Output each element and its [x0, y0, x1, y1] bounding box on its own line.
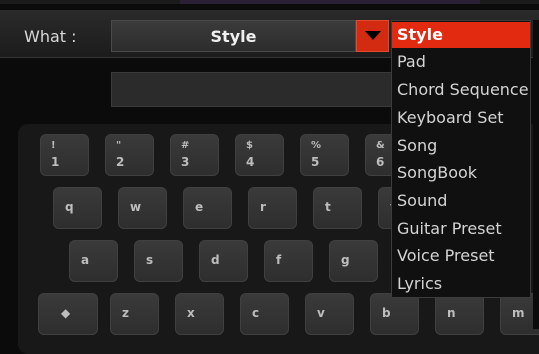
key-2[interactable]: " 2 [105, 134, 154, 176]
key-d[interactable]: d [199, 240, 248, 282]
key-label: r [260, 200, 266, 214]
key-label: c [252, 306, 260, 320]
dropdown-button[interactable] [356, 20, 389, 52]
menu-item-style[interactable]: Style [392, 22, 530, 48]
key-3[interactable]: # 3 [170, 134, 219, 176]
key-label: n [447, 306, 456, 320]
key-label: t [325, 200, 331, 214]
menu-item-song[interactable]: Song [392, 133, 530, 159]
key-label: 1 [51, 155, 60, 169]
key-f[interactable]: f [264, 240, 313, 282]
top-border [0, 0, 539, 4]
key-g[interactable]: g [329, 240, 378, 282]
key-label: 2 [116, 155, 125, 169]
top-border-accent [180, 0, 480, 4]
key-label: w [130, 200, 142, 214]
key-label: v [317, 306, 325, 320]
key-q[interactable]: q [53, 187, 102, 229]
menu-item-songbook[interactable]: SongBook [392, 160, 530, 186]
key-1[interactable]: ! 1 [40, 134, 89, 176]
key-label: e [195, 200, 204, 214]
key-r[interactable]: r [248, 187, 297, 229]
menu-item-chord-sequence[interactable]: Chord Sequence [392, 77, 530, 103]
key-label: 5 [311, 155, 320, 169]
search-type-field[interactable]: Style [111, 20, 356, 52]
shift-icon: ◆ [61, 306, 71, 320]
key-label: g [341, 253, 350, 267]
key-label: m [512, 306, 525, 320]
menu-item-sound[interactable]: Sound [392, 188, 530, 214]
key-label: 3 [181, 155, 190, 169]
key-label: b [382, 306, 391, 320]
key-4[interactable]: $ 4 [235, 134, 284, 176]
key-label: q [65, 200, 74, 214]
key-label: f [276, 253, 282, 267]
key-label: s [146, 253, 154, 267]
key-s[interactable]: s [134, 240, 183, 282]
key-w[interactable]: w [118, 187, 167, 229]
key-label: d [211, 253, 220, 267]
menu-item-pad[interactable]: Pad [392, 49, 530, 75]
key-symbol: & [376, 140, 385, 151]
menu-item-keyboard-set[interactable]: Keyboard Set [392, 105, 530, 131]
key-symbol: " [116, 140, 122, 151]
triangle-down-icon [365, 31, 381, 40]
key-symbol: # [181, 140, 190, 151]
search-type-menu: Style Pad Chord Sequence Keyboard Set So… [391, 20, 531, 298]
key-symbol: % [311, 140, 322, 151]
key-symbol: $ [246, 140, 253, 151]
key-a[interactable]: a [69, 240, 118, 282]
key-label: a [81, 253, 90, 267]
key-e[interactable]: e [183, 187, 232, 229]
key-label: z [122, 306, 129, 320]
menu-item-lyrics[interactable]: Lyrics [392, 271, 530, 297]
key-label: x [187, 306, 195, 320]
key-label: 4 [246, 155, 255, 169]
key-t[interactable]: t [313, 187, 362, 229]
menu-item-voice-preset[interactable]: Voice Preset [392, 243, 530, 269]
key-5[interactable]: % 5 [300, 134, 349, 176]
key-label: 6 [376, 155, 385, 169]
what-label: What : [24, 27, 77, 46]
search-type-value: Style [210, 27, 257, 46]
right-edge [533, 20, 539, 329]
menu-item-guitar-preset[interactable]: Guitar Preset [392, 216, 530, 242]
key-symbol: ! [51, 140, 56, 151]
